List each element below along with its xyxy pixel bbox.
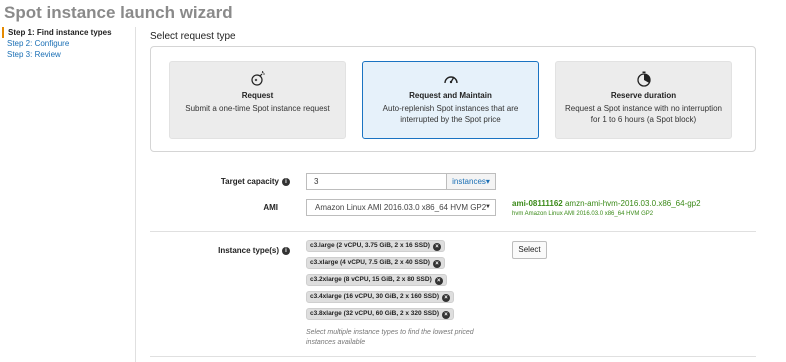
request-type-panel: Request Submit a one-time Spot instance … [150,46,756,152]
info-icon[interactable]: i [282,177,290,186]
caret-down-icon: ▼ [485,204,491,210]
timer-icon [636,71,651,87]
ami-label: AMI [263,203,278,212]
caret-down-icon: ▾ [485,177,490,186]
instance-type-tag: c3.4xlarge (16 vCPU, 30 GiB, 2 x 160 SSD… [306,291,454,303]
section-divider [150,231,756,232]
ami-select[interactable]: Amazon Linux AMI 2016.03.0 x86_64 HVM GP… [306,199,496,216]
section-divider [150,356,756,357]
target-capacity-input[interactable] [306,173,446,190]
instance-type-tag: c3.2xlarge (8 vCPU, 15 GiB, 2 x 80 SSD) × [306,274,447,286]
card-request-title: Request [241,91,274,100]
info-icon[interactable]: i [282,246,290,255]
capacity-unit-dropdown[interactable]: instances▾ [446,173,496,190]
card-request-and-maintain[interactable]: Request and Maintain Auto-replenish Spot… [362,61,539,139]
card-maintain-desc: Auto-replenish Spot instances that are i… [382,104,519,124]
ami-name: amzn-ami-hvm-2016.03.0.x86_64-gp2 [564,199,701,208]
card-reserve-duration[interactable]: Reserve duration Request a Spot instance… [555,61,732,139]
ami-description: hvm Amazon Linux AMI 2016.03.0 x86_64 HV… [512,211,654,217]
ami-id: ami-08111162 [512,199,563,208]
remove-icon[interactable]: × [441,311,450,319]
step-1[interactable]: Step 1: Find instance types [2,27,134,38]
instance-type-tag: c3.xlarge (4 vCPU, 7.5 GiB, 2 x 40 SSD) × [306,257,445,269]
card-maintain-title: Request and Maintain [409,91,492,100]
select-instance-types-button[interactable]: Select [512,241,547,259]
card-request[interactable]: Request Submit a one-time Spot instance … [169,61,346,139]
remove-icon[interactable]: × [432,260,441,268]
remove-icon[interactable]: × [441,294,450,302]
instance-types-label: Instance type(s) i [200,246,290,255]
card-reserve-desc: Request a Spot instance with no interrup… [565,104,722,124]
instance-type-tag: c3.8xlarge (32 vCPU, 60 GiB, 2 x 320 SSD… [306,308,454,320]
bomb-icon [250,71,265,86]
gauge-icon [443,76,458,84]
target-capacity-label: Target capacity i [200,177,290,186]
card-reserve-title: Reserve duration [610,91,677,100]
ami-id-line: ami-08111162 amzn-ami-hvm-2016.03.0.x86_… [512,199,701,208]
instance-types-hint: Select multiple instance types to find t… [306,329,474,346]
instance-type-tags: c3.large (2 vCPU, 3.75 GiB, 2 x 16 SSD) ×… [306,240,454,325]
wizard-steps: Step 1: Find instance types Step 2: Conf… [2,27,134,60]
step-2[interactable]: Step 2: Configure [2,38,134,49]
step-3[interactable]: Step 3: Review [2,49,134,60]
page-title: Spot instance launch wizard [4,3,233,22]
remove-icon[interactable]: × [432,243,441,251]
sidebar-divider [135,27,136,362]
card-request-desc: Submit a one-time Spot instance request [185,104,330,113]
request-type-heading: Select request type [150,31,236,42]
instance-type-tag: c3.large (2 vCPU, 3.75 GiB, 2 x 16 SSD) × [306,240,445,252]
remove-icon[interactable]: × [434,277,443,285]
